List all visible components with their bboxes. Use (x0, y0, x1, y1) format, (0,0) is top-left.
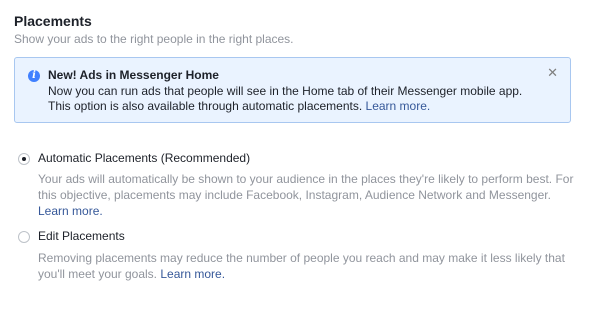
edit-placements-label[interactable]: Edit Placements (38, 229, 125, 243)
section-subtitle: Show your ads to the right people in the… (14, 32, 294, 46)
automatic-placements-learn-more-link[interactable]: Learn more. (38, 204, 103, 218)
section-title: Placements (14, 13, 92, 29)
automatic-placements-label[interactable]: Automatic Placements (Recommended) (38, 151, 250, 165)
edit-placements-description: Removing placements may reduce the numbe… (38, 250, 578, 282)
automatic-placements-description-text: Your ads will automatically be shown to … (38, 172, 574, 202)
automatic-placements-radio[interactable] (18, 153, 30, 165)
messenger-home-notice: i New! Ads in Messenger Home Now you can… (14, 57, 571, 123)
automatic-placements-description: Your ads will automatically be shown to … (38, 171, 574, 219)
info-icon: i (28, 70, 40, 82)
close-icon[interactable]: ✕ (547, 66, 558, 79)
edit-placements-description-text: Removing placements may reduce the numbe… (38, 251, 565, 281)
placements-panel: Placements Show your ads to the right pe… (0, 0, 590, 327)
notice-title: New! Ads in Messenger Home (48, 68, 219, 82)
notice-body: Now you can run ads that people will see… (48, 84, 548, 114)
notice-learn-more-link[interactable]: Learn more. (366, 99, 431, 113)
notice-body-text: Now you can run ads that people will see… (48, 84, 523, 113)
edit-placements-learn-more-link[interactable]: Learn more. (160, 267, 225, 281)
edit-placements-radio[interactable] (18, 231, 30, 243)
